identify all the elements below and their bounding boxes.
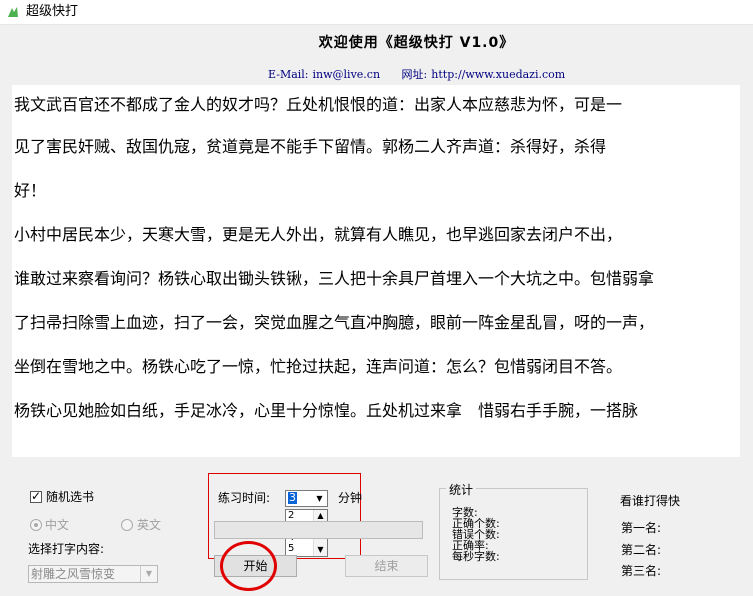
chevron-down-icon: ▼	[140, 566, 157, 582]
app-icon	[8, 7, 18, 17]
text-line: 小村中居民本少，天寒大雪，更是无人外出，就算有人瞧见，也早逃回家去闭户不出，	[14, 225, 623, 244]
email-label: E-Mail:	[268, 68, 309, 81]
stats-legend: 统计	[446, 481, 477, 498]
text-line: 了扫帚扫除雪上血迹，扫了一会，突觉血腥之气直冲胸臆，眼前一阵金星乱冒，呀的一声，	[14, 313, 655, 332]
practice-time-value: 3	[288, 491, 297, 504]
rank-first-label: 第一名:	[621, 521, 662, 535]
text-line: 见了害民奸贼、敌国仇寇，贫道竟是不能手下留情。郭杨二人齐声道：杀得好，杀得	[14, 137, 607, 156]
welcome-heading: 欢迎使用《超级快打 V1.0》	[318, 35, 515, 51]
ranking-title: 看谁打得快	[620, 494, 681, 508]
time-option[interactable]: 5	[286, 543, 316, 554]
text-line: 我文武百官还不都成了金人的奴才吗？丘处机恨恨的道：出家人本应慈悲为怀，可是一	[14, 95, 623, 114]
email-link[interactable]: inw@live.cn	[313, 68, 381, 81]
lang-english-radio[interactable]	[121, 519, 133, 531]
annotation-circle	[220, 541, 277, 591]
lang-english-label: 英文	[137, 518, 162, 532]
lang-chinese-radio[interactable]	[30, 519, 42, 531]
typing-text-area[interactable]: 我文武百官还不都成了金人的奴才吗？丘处机恨恨的道：出家人本应慈悲为怀，可是一 见…	[12, 85, 740, 457]
random-book-label: 随机选书	[46, 490, 95, 504]
text-line: 坐倒在雪地之中。杨铁心吃了一惊，忙抢过扶起，连声问道：怎么？包惜弱闭目不答。	[14, 357, 623, 376]
window-title: 超级快打	[26, 4, 79, 19]
time-option[interactable]: 2	[286, 510, 316, 521]
site-link[interactable]: http://www.xuedazi.com	[431, 68, 565, 81]
contact-line: E-Mail: inw@live.cn 网址: http://www.xuedazi…	[268, 66, 569, 82]
rank-third-label: 第三名:	[621, 564, 662, 578]
chevron-down-icon[interactable]: ▼	[314, 544, 327, 556]
text-line: 杨铁心见她脸如白纸，手足冰冷，心里十分惊惶。丘处机过来拿 惜弱右手手腕，一搭脉	[14, 401, 639, 420]
chevron-down-icon[interactable]: ▼	[313, 492, 326, 505]
text-line: 谁敢过来察看询问？杨铁心取出锄头铁锹，三人把十余具尸首埋入一个大坑之中。包惜弱拿	[14, 269, 655, 288]
end-button[interactable]: 结束	[345, 555, 428, 577]
stat-per-second-label: 每秒字数:	[452, 550, 500, 563]
random-book-checkbox[interactable]	[30, 489, 42, 503]
practice-time-select[interactable]: 3 ▼	[285, 490, 328, 507]
minute-label: 分钟	[338, 491, 363, 505]
content-select-value: 射雕之风雪惊变	[31, 567, 116, 581]
site-label: 网址:	[401, 68, 428, 81]
progress-bar	[214, 521, 423, 539]
select-content-label: 选择打字内容:	[28, 542, 105, 556]
stats-group: 统计 字数: 正确个数: 错误个数: 正确率: 每秒字数:	[439, 481, 588, 580]
practice-time-label: 练习时间:	[218, 491, 271, 505]
text-line: 好！	[14, 181, 47, 200]
lang-chinese-label: 中文	[45, 518, 70, 532]
content-select[interactable]: 射雕之风雪惊变 ▼	[28, 565, 158, 583]
rank-second-label: 第二名:	[621, 543, 662, 557]
title-bar: 超级快打	[0, 0, 753, 25]
